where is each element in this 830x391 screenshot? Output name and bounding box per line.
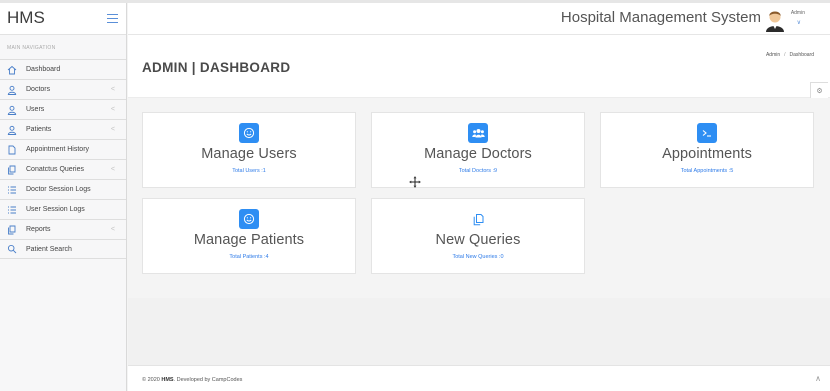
footer-prefix: © 2020 (142, 377, 162, 383)
chevron-down-icon[interactable]: ∨ (797, 19, 801, 26)
sidebar-item-label: Reports (26, 226, 51, 233)
file-icon (7, 145, 17, 155)
brand-bar: HMS (0, 3, 126, 35)
list-icon (7, 205, 17, 215)
sidebar-item-label: Appointment History (26, 146, 90, 153)
card-title: Appointments (662, 146, 752, 162)
card-total-link[interactable]: Total Users :1 (143, 168, 355, 174)
chevron-left-icon: < (110, 86, 115, 93)
chevron-left-icon: < (110, 166, 115, 173)
sidebar-item-patients[interactable]: Patients < (0, 119, 126, 139)
sidebar-item-doctors[interactable]: Doctors < (0, 79, 126, 99)
footer: © 2020 HMS. Developed by CampCodes ∧ (128, 365, 830, 391)
card-appointments[interactable]: Appointments Total Appointments :5 (600, 112, 814, 188)
user-icon (7, 105, 17, 115)
page-title: ADMIN | DASHBOARD (142, 60, 291, 75)
files-icon (7, 165, 17, 175)
footer-brand: HMS (161, 377, 174, 383)
card-total-link[interactable]: Total Appointments :5 (601, 168, 813, 174)
files-icon (7, 225, 17, 235)
chevron-left-icon: < (110, 126, 115, 133)
page-title-bar: ADMIN | DASHBOARD Admin / Dashboard (128, 35, 830, 98)
chevron-up-icon[interactable]: ∧ (815, 374, 821, 383)
files-icon (468, 209, 488, 229)
sidebar-item-label: Doctor Session Logs (26, 186, 91, 193)
footer-copyright: © 2020 HMS. Developed by CampCodes (142, 377, 242, 383)
card-total-link[interactable]: Total New Queries :0 (372, 254, 584, 260)
sidebar-item-contactus-queries[interactable]: Conatctus Queries < (0, 159, 126, 179)
sidebar-item-label: Conatctus Queries (26, 166, 84, 173)
home-icon (7, 65, 17, 75)
sidebar-item-patient-search[interactable]: Patient Search (0, 239, 126, 259)
sidebar-item-label: Users (26, 106, 45, 113)
terminal-icon (697, 123, 717, 143)
card-manage-patients[interactable]: Manage Patients Total Patients :4 (142, 198, 356, 274)
chevron-left-icon: < (110, 106, 115, 113)
card-manage-doctors[interactable]: Manage Doctors Total Doctors :9 (371, 112, 585, 188)
move-cursor-icon (409, 175, 421, 188)
brand-logo-text[interactable]: HMS (7, 8, 45, 28)
sidebar-item-users[interactable]: Users < (0, 99, 126, 119)
card-title: Manage Doctors (424, 146, 532, 162)
sidebar-item-label: Doctors (26, 86, 51, 93)
top-header: Hospital Management System Admin ∨ (128, 3, 830, 35)
breadcrumb-separator: / (784, 52, 786, 58)
breadcrumb-item-dashboard: Dashboard (789, 52, 814, 58)
sidebar-item-user-session-logs[interactable]: User Session Logs (0, 199, 126, 219)
sidebar-item-label: Patient Search (26, 245, 72, 253)
users-icon (468, 123, 488, 143)
system-title: Hospital Management System (560, 9, 761, 26)
user-icon (7, 125, 17, 135)
sidebar-item-reports[interactable]: Reports < (0, 219, 126, 239)
card-title: Manage Patients (193, 232, 305, 248)
card-title: New Queries (435, 232, 521, 248)
smile-icon (239, 123, 259, 143)
nav-section-header: MAIN NAVIGATION (7, 45, 56, 51)
page-lower-area (128, 298, 830, 365)
sidebar-item-dashboard[interactable]: Dashboard (0, 59, 126, 79)
sidebar-item-label: User Session Logs (26, 206, 85, 213)
admin-avatar[interactable] (764, 6, 786, 32)
card-new-queries[interactable]: New Queries Total New Queries :0 (371, 198, 585, 274)
chevron-left-icon: < (110, 226, 115, 233)
card-total-link[interactable]: Total Patients :4 (143, 254, 355, 260)
sidebar-item-appointment-history[interactable]: Appointment History (0, 139, 126, 159)
dashboard-content: Manage Users Total Users :1 Manage Docto… (128, 98, 830, 298)
hamburger-menu-icon[interactable] (107, 14, 118, 23)
smile-icon (239, 209, 259, 229)
footer-suffix: . Developed by CampCodes (173, 377, 243, 383)
card-manage-users[interactable]: Manage Users Total Users :1 (142, 112, 356, 188)
admin-name[interactable]: Admin (791, 10, 805, 16)
sidebar-item-label: Dashboard (26, 66, 61, 73)
card-total-link[interactable]: Total Doctors :9 (372, 168, 584, 174)
card-title: Manage Users (201, 146, 297, 162)
sidebar-item-label: Patients (26, 126, 52, 133)
sidebar-item-doctor-session-logs[interactable]: Doctor Session Logs (0, 179, 126, 199)
sidebar: HMS MAIN NAVIGATION Dashboard Doctors < … (0, 3, 127, 391)
breadcrumb-item-admin[interactable]: Admin (766, 52, 780, 58)
breadcrumb: Admin / Dashboard (766, 52, 814, 58)
user-icon (7, 85, 17, 95)
search-icon (7, 244, 17, 254)
list-icon (7, 185, 17, 195)
